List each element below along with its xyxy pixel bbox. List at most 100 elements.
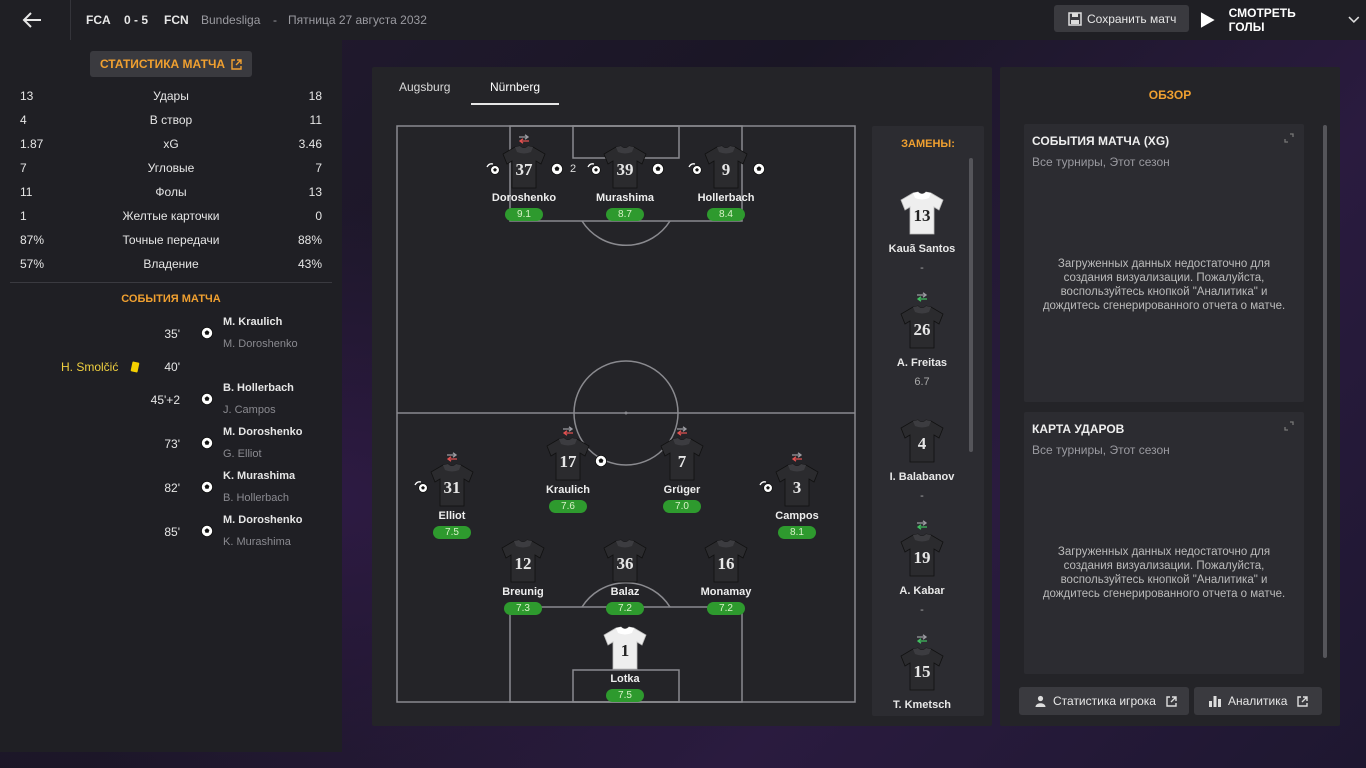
expand-icon[interactable] bbox=[1284, 133, 1294, 143]
lineup-player[interactable]: 36 Balaz 7.2 bbox=[575, 538, 675, 616]
external-link-icon bbox=[231, 58, 242, 70]
xg-events-card[interactable]: СОБЫТИЯ МАТЧА (XG) Все турниры, Этот сез… bbox=[1024, 124, 1304, 402]
event-minute: 73' bbox=[164, 437, 180, 451]
event-scorer[interactable]: B. Hollerbach bbox=[223, 382, 294, 394]
substitute-rating: - bbox=[920, 604, 924, 616]
svg-text:16: 16 bbox=[718, 554, 735, 573]
player-name: Breunig bbox=[502, 586, 544, 598]
overview-scrollbar[interactable] bbox=[1323, 125, 1327, 658]
event-scorer[interactable]: K. Murashima bbox=[223, 470, 295, 482]
substitutes-scrollbar[interactable] bbox=[969, 158, 973, 452]
tab-augsburg[interactable]: Augsburg bbox=[399, 80, 450, 94]
save-match-button[interactable]: Сохранить матч bbox=[1054, 5, 1189, 32]
event-assist[interactable]: M. Doroshenko bbox=[223, 338, 298, 350]
lineup-player[interactable]: 39 Murashima 8.7 bbox=[575, 144, 675, 222]
substitute-player[interactable]: 15 T. Kmetsch bbox=[872, 634, 972, 716]
stat-label: Удары bbox=[153, 89, 189, 103]
event-row[interactable]: 35' M. Kraulich M. Doroshenko bbox=[0, 316, 342, 356]
lineup-player[interactable]: 3 Campos 8.1 bbox=[747, 462, 847, 540]
substitute-name: Kauã Santos bbox=[888, 243, 956, 255]
player-icon bbox=[1035, 695, 1046, 707]
away-team-abbr[interactable]: FCN bbox=[164, 13, 189, 27]
stat-label: Фолы bbox=[155, 185, 187, 199]
player-rating: 7.5 bbox=[433, 526, 471, 539]
event-assist[interactable]: J. Campos bbox=[223, 404, 276, 416]
event-scorer[interactable]: M. Kraulich bbox=[223, 316, 282, 328]
substitute-rating: - bbox=[920, 262, 924, 274]
svg-text:15: 15 bbox=[914, 662, 931, 681]
shirt-icon: 19 bbox=[900, 533, 944, 577]
lineup-player[interactable]: 9 Hollerbach 8.4 bbox=[676, 144, 776, 222]
save-icon bbox=[1068, 11, 1082, 26]
shot-map-card[interactable]: КАРТА УДАРОВ Все турниры, Этот сезон Заг… bbox=[1024, 412, 1304, 674]
separator: - bbox=[273, 13, 277, 27]
event-row[interactable]: 45'+2 B. Hollerbach J. Campos bbox=[0, 382, 342, 422]
player-stats-button[interactable]: Статистика игрока bbox=[1019, 687, 1189, 715]
shirt-icon: 15 bbox=[900, 647, 944, 691]
back-button[interactable] bbox=[14, 6, 50, 34]
sub-on-icon bbox=[872, 634, 972, 646]
expand-icon[interactable] bbox=[1284, 421, 1294, 431]
lineup-player[interactable]: 17 Kraulich 7.6 bbox=[518, 436, 618, 514]
substitute-player[interactable]: 26 A. Freitas 6.7 bbox=[872, 292, 972, 388]
lineup-player[interactable]: 12 Breunig 7.3 bbox=[473, 538, 573, 616]
event-player[interactable]: H. Smolčić bbox=[61, 360, 118, 374]
shirt-icon: 9 bbox=[704, 145, 748, 189]
lineup-player[interactable]: 16 Monamay 7.2 bbox=[676, 538, 776, 616]
svg-text:13: 13 bbox=[914, 206, 931, 225]
ball-icon bbox=[550, 162, 564, 176]
ball-icon bbox=[594, 454, 608, 468]
event-scorer[interactable]: M. Doroshenko bbox=[223, 514, 302, 526]
assist-icon bbox=[587, 162, 601, 176]
card-subtitle: Все турниры, Этот сезон bbox=[1032, 155, 1170, 169]
analytics-button[interactable]: Аналитика bbox=[1194, 687, 1322, 715]
sub-off-icon bbox=[445, 449, 459, 462]
event-assist[interactable]: B. Hollerbach bbox=[223, 492, 289, 504]
lineup-player[interactable]: 31 Elliot 7.5 bbox=[402, 462, 502, 540]
event-row[interactable]: 82' K. Murashima B. Hollerbach bbox=[0, 470, 342, 510]
svg-text:39: 39 bbox=[617, 160, 634, 179]
player-name: Campos bbox=[775, 510, 819, 522]
competition-name[interactable]: Bundesliga bbox=[201, 13, 260, 27]
event-assist[interactable]: G. Elliot bbox=[223, 448, 262, 460]
substitute-player[interactable]: 4 I. Balabanov - bbox=[872, 406, 972, 502]
substitute-rating: - bbox=[920, 490, 924, 502]
shirt-icon: 17 bbox=[546, 437, 590, 481]
lineup-player[interactable]: 7 Grüger 7.0 bbox=[632, 436, 732, 514]
event-row[interactable]: 73' M. Doroshenko G. Elliot bbox=[0, 426, 342, 466]
watch-goals-button[interactable]: СМОТРЕТЬ ГОЛЫ bbox=[1200, 5, 1360, 35]
stat-away-value: 11 bbox=[309, 113, 322, 127]
match-events-title: СОБЫТИЯ МАТЧА bbox=[121, 293, 221, 305]
lineup-player[interactable]: 1 Lotka 7.5 bbox=[575, 625, 675, 703]
player-name: Monamay bbox=[700, 586, 752, 598]
no-icon bbox=[872, 406, 972, 418]
substitute-player[interactable]: 19 A. Kabar - bbox=[872, 520, 972, 616]
player-rating: 7.6 bbox=[549, 500, 587, 513]
stat-row: 13 Удары 18 bbox=[20, 89, 322, 107]
shirt-icon: 36 bbox=[603, 539, 647, 583]
match-stats-button[interactable]: СТАТИСТИКА МАТЧА bbox=[90, 51, 252, 77]
chevron-down-icon[interactable] bbox=[1348, 16, 1360, 24]
score: 0 - 5 bbox=[124, 13, 149, 27]
lineup-player[interactable]: 37 Doroshenko 9.1 bbox=[474, 144, 574, 222]
assist-icon bbox=[486, 162, 500, 176]
shirt-icon: 1 bbox=[603, 626, 647, 670]
shirt-icon: 37 bbox=[502, 145, 546, 189]
stat-label: Владение bbox=[143, 257, 199, 271]
event-scorer[interactable]: M. Doroshenko bbox=[223, 426, 302, 438]
player-name: Balaz bbox=[610, 586, 640, 598]
stat-label: Желтые карточки bbox=[122, 209, 220, 223]
event-assist[interactable]: K. Murashima bbox=[223, 536, 291, 548]
card-message: Загруженных данных недостаточно для созд… bbox=[1042, 546, 1286, 600]
player-rating: 7.2 bbox=[707, 602, 745, 615]
stat-away-value: 43% bbox=[297, 257, 322, 271]
ball-icon bbox=[200, 480, 214, 494]
tab-nurnberg[interactable]: Nürnberg bbox=[490, 80, 540, 94]
home-team-abbr[interactable]: FCA bbox=[86, 13, 111, 27]
substitute-player[interactable]: 13 Kauã Santos - bbox=[872, 178, 972, 274]
sub-on-icon bbox=[872, 292, 972, 304]
sub-off-icon bbox=[790, 449, 804, 462]
ball-icon bbox=[200, 392, 214, 406]
back-arrow-icon bbox=[22, 12, 41, 28]
event-row[interactable]: 85' M. Doroshenko K. Murashima bbox=[0, 514, 342, 554]
